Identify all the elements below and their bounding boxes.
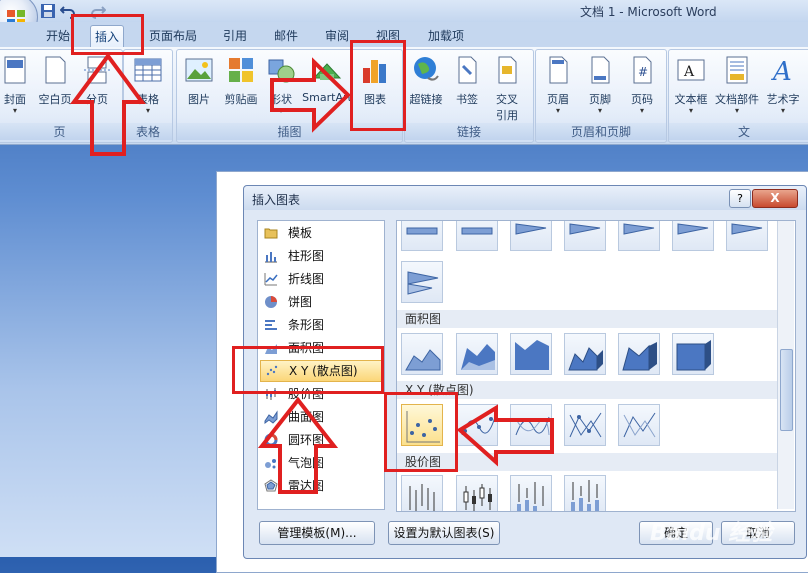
up-arrow-insert [70,52,146,156]
annotation-arrows [70,52,554,494]
right-arrow-chart [270,57,351,133]
left-arrow-scatter [456,404,554,467]
watermark: Baidu 经验 [650,521,773,546]
up-arrow-scatter [257,396,339,494]
